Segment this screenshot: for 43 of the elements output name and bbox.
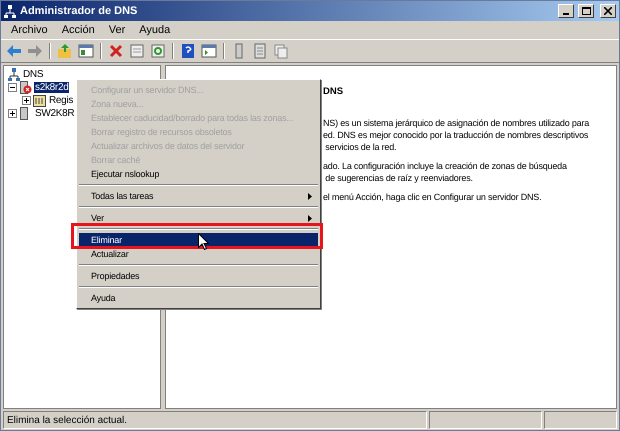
status-text: Elimina la selección actual.	[7, 414, 128, 426]
paragraph: NS) es un sistema jerárquico de asignación de nombres utilizado para ed. DNS es mejor conocido por la traducción de nombres descriptivos servicios de la red.	[323, 117, 590, 153]
menu-item[interactable]: Propiedades	[79, 269, 318, 283]
minimize-button[interactable]	[558, 4, 574, 18]
copy-icon[interactable]	[272, 42, 290, 60]
delete-icon[interactable]	[107, 42, 125, 60]
properties-icon[interactable]	[128, 42, 146, 60]
submenu-arrow-icon	[308, 192, 312, 200]
tree-item[interactable]: DNS	[22, 69, 44, 80]
menu-item[interactable]: Ayuda	[133, 24, 176, 36]
expand-icon[interactable]	[22, 96, 31, 105]
submenu-arrow-icon	[308, 214, 312, 222]
network-icon	[8, 68, 20, 81]
heading: DNS	[323, 86, 344, 97]
menu-item[interactable]: Eliminar	[79, 233, 318, 247]
close-button[interactable]	[600, 4, 616, 18]
menu-item[interactable]: Acción	[56, 24, 101, 36]
server-error-icon	[19, 81, 32, 94]
menu-item[interactable]: Todas las tareas	[79, 189, 318, 203]
refresh-icon[interactable]	[149, 42, 167, 60]
tree-item[interactable]: s2k8r2d	[34, 82, 70, 93]
maximize-button[interactable]	[578, 4, 594, 18]
cursor-icon	[198, 233, 209, 250]
menu-item[interactable]: Ver	[79, 211, 318, 225]
maximize-icon	[582, 7, 590, 15]
close-icon	[604, 7, 612, 15]
tree-item[interactable]: Regis	[48, 95, 74, 106]
window-title: Administrador de DNS	[20, 5, 138, 17]
menu-item[interactable]: Ejecutar nslookup	[79, 167, 318, 181]
console-tree-icon[interactable]	[77, 42, 95, 60]
expand-icon[interactable]	[8, 109, 17, 118]
menu-item[interactable]: Ver	[102, 24, 132, 36]
menu-item[interactable]: Ayuda	[79, 291, 318, 305]
paragraph: el menú Acción, haga clic en Configurar un servidor DNS.	[323, 191, 542, 203]
log-icon	[33, 94, 46, 106]
paragraph: ado. La configuración incluye la creación de zonas de búsqueda de sugerencias de raíz y reenviadores.	[323, 160, 568, 184]
help-icon[interactable]	[179, 42, 197, 60]
menu-item[interactable]: Archivo	[5, 24, 54, 36]
collapse-icon[interactable]	[8, 83, 17, 92]
tree-item[interactable]: SW2K8R	[34, 108, 76, 119]
network-icon	[4, 4, 16, 18]
menu-item[interactable]: Actualizar	[79, 247, 318, 261]
action-pane-icon[interactable]	[200, 42, 218, 60]
